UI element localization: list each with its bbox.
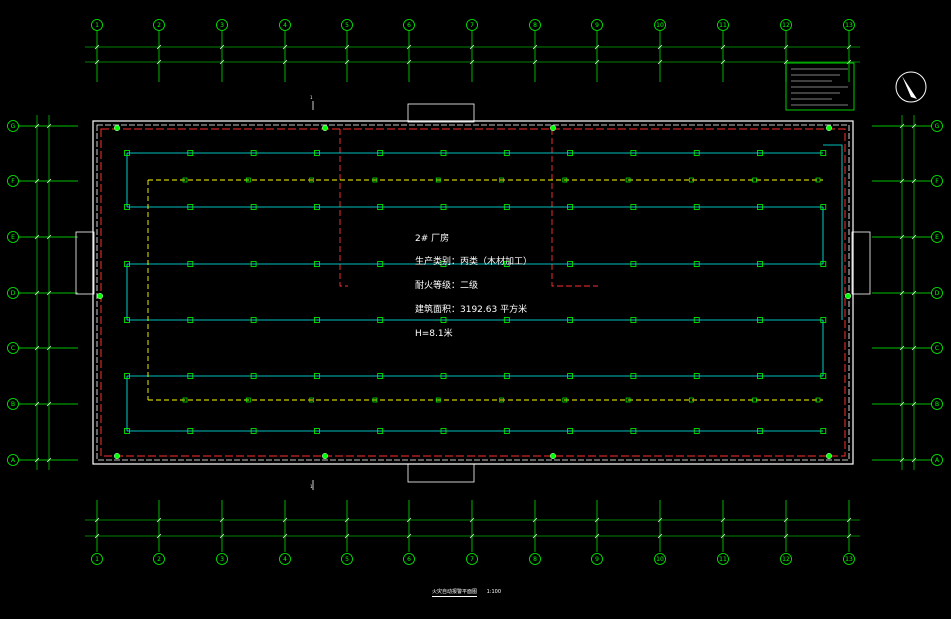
section-label: 1 (310, 95, 313, 100)
grid-label-col-5: 5 (345, 22, 349, 29)
drawing-annotations: 11 (310, 62, 927, 490)
grid-label-col-10: 10 (656, 22, 664, 29)
grid-label-row-C: C (11, 345, 15, 352)
section-label: 1 (310, 484, 313, 489)
grid-label-col-3: 3 (220, 22, 224, 29)
grid-label-row-B: B (11, 401, 15, 408)
grid-label-row-F: F (935, 178, 939, 185)
alarm-branch-right (551, 129, 598, 287)
manual-call-point-icon (550, 453, 557, 460)
grid-label-col-10: 10 (656, 556, 664, 563)
grid-label-row-E: E (935, 234, 939, 241)
grid-label-row-D: D (935, 290, 940, 297)
building-name: 2# 厂房 (415, 234, 450, 244)
grid-label-col-1: 1 (95, 556, 99, 563)
alarm-wiring (100, 128, 846, 457)
drawing-scale: 1:100 (486, 589, 502, 595)
manual-call-point-icon (96, 293, 103, 300)
grid-label-col-2: 2 (157, 556, 161, 563)
grid-label-row-C: C (935, 345, 939, 352)
grid-label-row-E: E (11, 234, 15, 241)
notes-box (785, 62, 855, 111)
fire-rating: 耐火等级：二级 (415, 281, 479, 291)
manual-call-point-icon (845, 293, 852, 300)
building-height: H=8.1米 (415, 329, 453, 339)
grid-label-row-A: A (11, 457, 16, 464)
manual-call-point-icon (550, 124, 557, 131)
grid-label-col-9: 9 (595, 556, 599, 563)
entrance-canopy-right (851, 231, 871, 295)
grid-label-col-8: 8 (533, 22, 537, 29)
grid-label-col-12: 12 (782, 22, 790, 29)
grid-label-row-G: G (935, 123, 940, 130)
entrance-canopy-top (407, 103, 475, 123)
manual-call-point-icon (322, 124, 329, 131)
entrance-canopy-bottom (407, 463, 475, 483)
grid-label-row-D: D (11, 290, 16, 297)
drawing-caption: 火灾自动报警平面图 1:100 (432, 588, 502, 597)
manual-call-point-icon (113, 453, 120, 460)
grid-label-col-3: 3 (220, 556, 224, 563)
manual-call-point-icon (113, 124, 120, 131)
grid-label-row-G: G (11, 123, 16, 130)
grid-label-col-2: 2 (157, 22, 161, 29)
detector-loop-riser (823, 144, 843, 320)
north-arrow-icon (895, 71, 927, 103)
production-category: 生产类别：丙类（木材加工） (415, 257, 533, 267)
building-walls (75, 103, 871, 483)
grid-label-col-8: 8 (533, 556, 537, 563)
grid-label-col-4: 4 (283, 556, 287, 563)
grid-label-col-7: 7 (470, 22, 474, 29)
grid-label-col-7: 7 (470, 556, 474, 563)
grid-label-col-1: 1 (95, 22, 99, 29)
alarm-devices (96, 124, 852, 460)
north-arrow-icon (902, 76, 917, 99)
grid-label-col-12: 12 (782, 556, 790, 563)
grid-label-col-9: 9 (595, 22, 599, 29)
inner-wall (96, 124, 850, 461)
manual-call-point-icon (826, 124, 833, 131)
grid-label-col-6: 6 (407, 22, 411, 29)
grid-label-col-11: 11 (719, 22, 727, 29)
alarm-branch-left (339, 129, 348, 287)
floor-area: 建筑面积：3192.63 平方米 (415, 305, 528, 315)
grid-label-col-5: 5 (345, 556, 349, 563)
grid-label-col-4: 4 (283, 22, 287, 29)
entrance-canopy-left (75, 231, 95, 295)
grid-label-col-6: 6 (407, 556, 411, 563)
alarm-loop-perimeter (100, 128, 846, 457)
outer-wall (92, 120, 854, 465)
grid-label-row-A: A (935, 457, 940, 464)
grid-label-col-13: 13 (845, 22, 853, 29)
manual-call-point-icon (826, 453, 833, 460)
drawing-title: 火灾自动报警平面图 (432, 589, 478, 597)
grid-label-col-13: 13 (845, 556, 853, 563)
grid-label-row-B: B (935, 401, 939, 408)
grid-label-col-11: 11 (719, 556, 727, 563)
grid-label-row-F: F (11, 178, 15, 185)
grid-lines (19, 31, 932, 552)
manual-call-point-icon (322, 453, 329, 460)
